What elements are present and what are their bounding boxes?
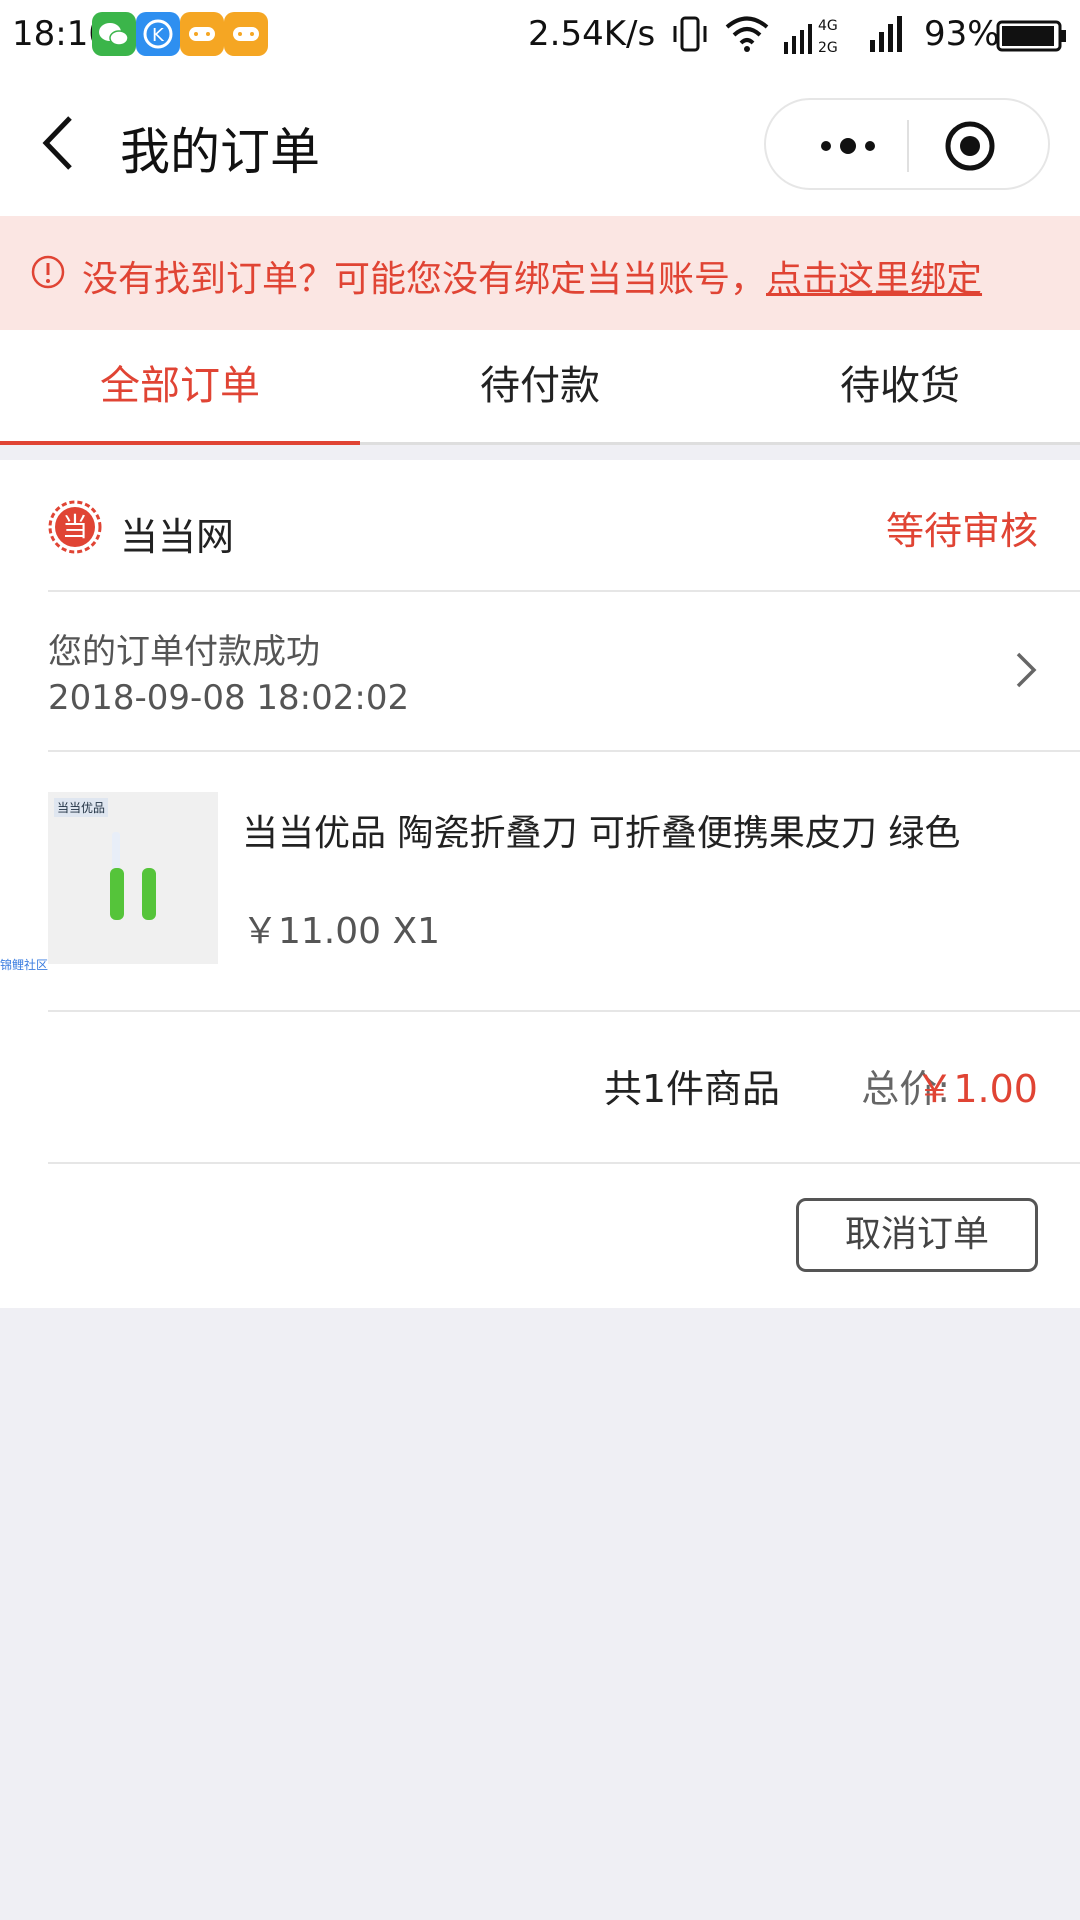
notice-banner: 没有找到订单？可能您没有绑定当当账号，点击这里绑定 xyxy=(0,216,1080,330)
shop-name: 当当网 xyxy=(120,515,235,559)
total-price: ￥1.00 xyxy=(915,1067,1038,1111)
order-summary: 共1件商品 总价: ￥1.00 xyxy=(0,1010,1080,1162)
active-tab-indicator xyxy=(0,441,360,445)
mini-program-capsule xyxy=(764,98,1050,190)
battery-icon xyxy=(996,20,1066,52)
divider xyxy=(48,1162,1080,1164)
more-button[interactable] xyxy=(796,126,896,166)
close-mini-program-button[interactable] xyxy=(942,118,998,174)
wifi-icon xyxy=(725,16,769,52)
notice-message: 没有找到订单？可能您没有绑定当当账号， xyxy=(82,259,767,300)
battery-percent: 93% xyxy=(924,14,1000,54)
order-status: 等待审核 xyxy=(885,509,1038,553)
bind-account-link[interactable]: 点击这里绑定 xyxy=(766,259,982,300)
order-message-row[interactable]: 您的订单付款成功 2018-09-08 18:02:02 xyxy=(0,592,1080,748)
nav-bar: 我的订单 xyxy=(0,72,1080,216)
signal-icon xyxy=(870,16,902,52)
warning-icon xyxy=(31,255,65,289)
product-title: 当当优品 陶瓷折叠刀 可折叠便携果皮刀 绿色 xyxy=(242,813,961,854)
tab-pending-payment[interactable]: 待付款 xyxy=(360,330,720,442)
dangdang-logo-icon: 当 xyxy=(48,500,102,554)
page-title: 我的订单 xyxy=(120,123,320,181)
network-speed: 2.54K/s xyxy=(528,14,656,54)
tab-all-orders[interactable]: 全部订单 xyxy=(0,330,360,442)
target-close-icon xyxy=(945,121,995,171)
notice-text: 没有找到订单？可能您没有绑定当当账号，点击这里绑定 xyxy=(82,250,982,302)
product-price: ￥11.00 X1 xyxy=(242,911,441,952)
network-type-bottom: 2G xyxy=(818,40,838,56)
order-card: 当 当当网 等待审核 您的订单付款成功 2018-09-08 18:02:02 … xyxy=(0,460,1080,1308)
capsule-divider xyxy=(907,120,909,172)
chevron-right-icon xyxy=(1016,652,1037,688)
tab-pending-receipt[interactable]: 待收货 xyxy=(720,330,1080,442)
chevron-left-icon xyxy=(42,116,72,170)
more-dots-icon xyxy=(821,138,875,154)
network-type-top: 4G xyxy=(818,18,838,34)
vibrate-icon xyxy=(673,16,707,52)
wechat-icon xyxy=(92,12,136,56)
item-count: 共1件商品 xyxy=(603,1067,780,1111)
game-icon xyxy=(180,12,224,56)
signal-4g-icon: 4G 2G xyxy=(784,18,838,56)
shop-logo-char: 当 xyxy=(62,513,88,543)
order-message: 您的订单付款成功 xyxy=(48,632,320,672)
product-image-tag: 当当优品 xyxy=(54,798,109,817)
game-icon xyxy=(224,12,268,56)
back-button[interactable] xyxy=(30,108,90,178)
status-bar: 18:10 K 2.54K/s 4G 2G 93% xyxy=(0,0,1080,72)
knife-illustration xyxy=(110,832,156,920)
order-tabs: 全部订单 待付款 待收货 xyxy=(0,330,1080,445)
product-image: 当当优品 xyxy=(48,792,218,964)
order-time: 2018-09-08 18:02:02 xyxy=(48,678,410,718)
product-item[interactable]: 当当优品 当当优品 陶瓷折叠刀 可折叠便携果皮刀 绿色 ￥11.00 X1 xyxy=(0,750,1080,1006)
cancel-order-button[interactable]: 取消订单 xyxy=(796,1198,1038,1272)
k-app-icon: K xyxy=(136,12,180,56)
watermark: 锦鲤社区 xyxy=(0,958,49,972)
svg-text:K: K xyxy=(152,25,165,46)
